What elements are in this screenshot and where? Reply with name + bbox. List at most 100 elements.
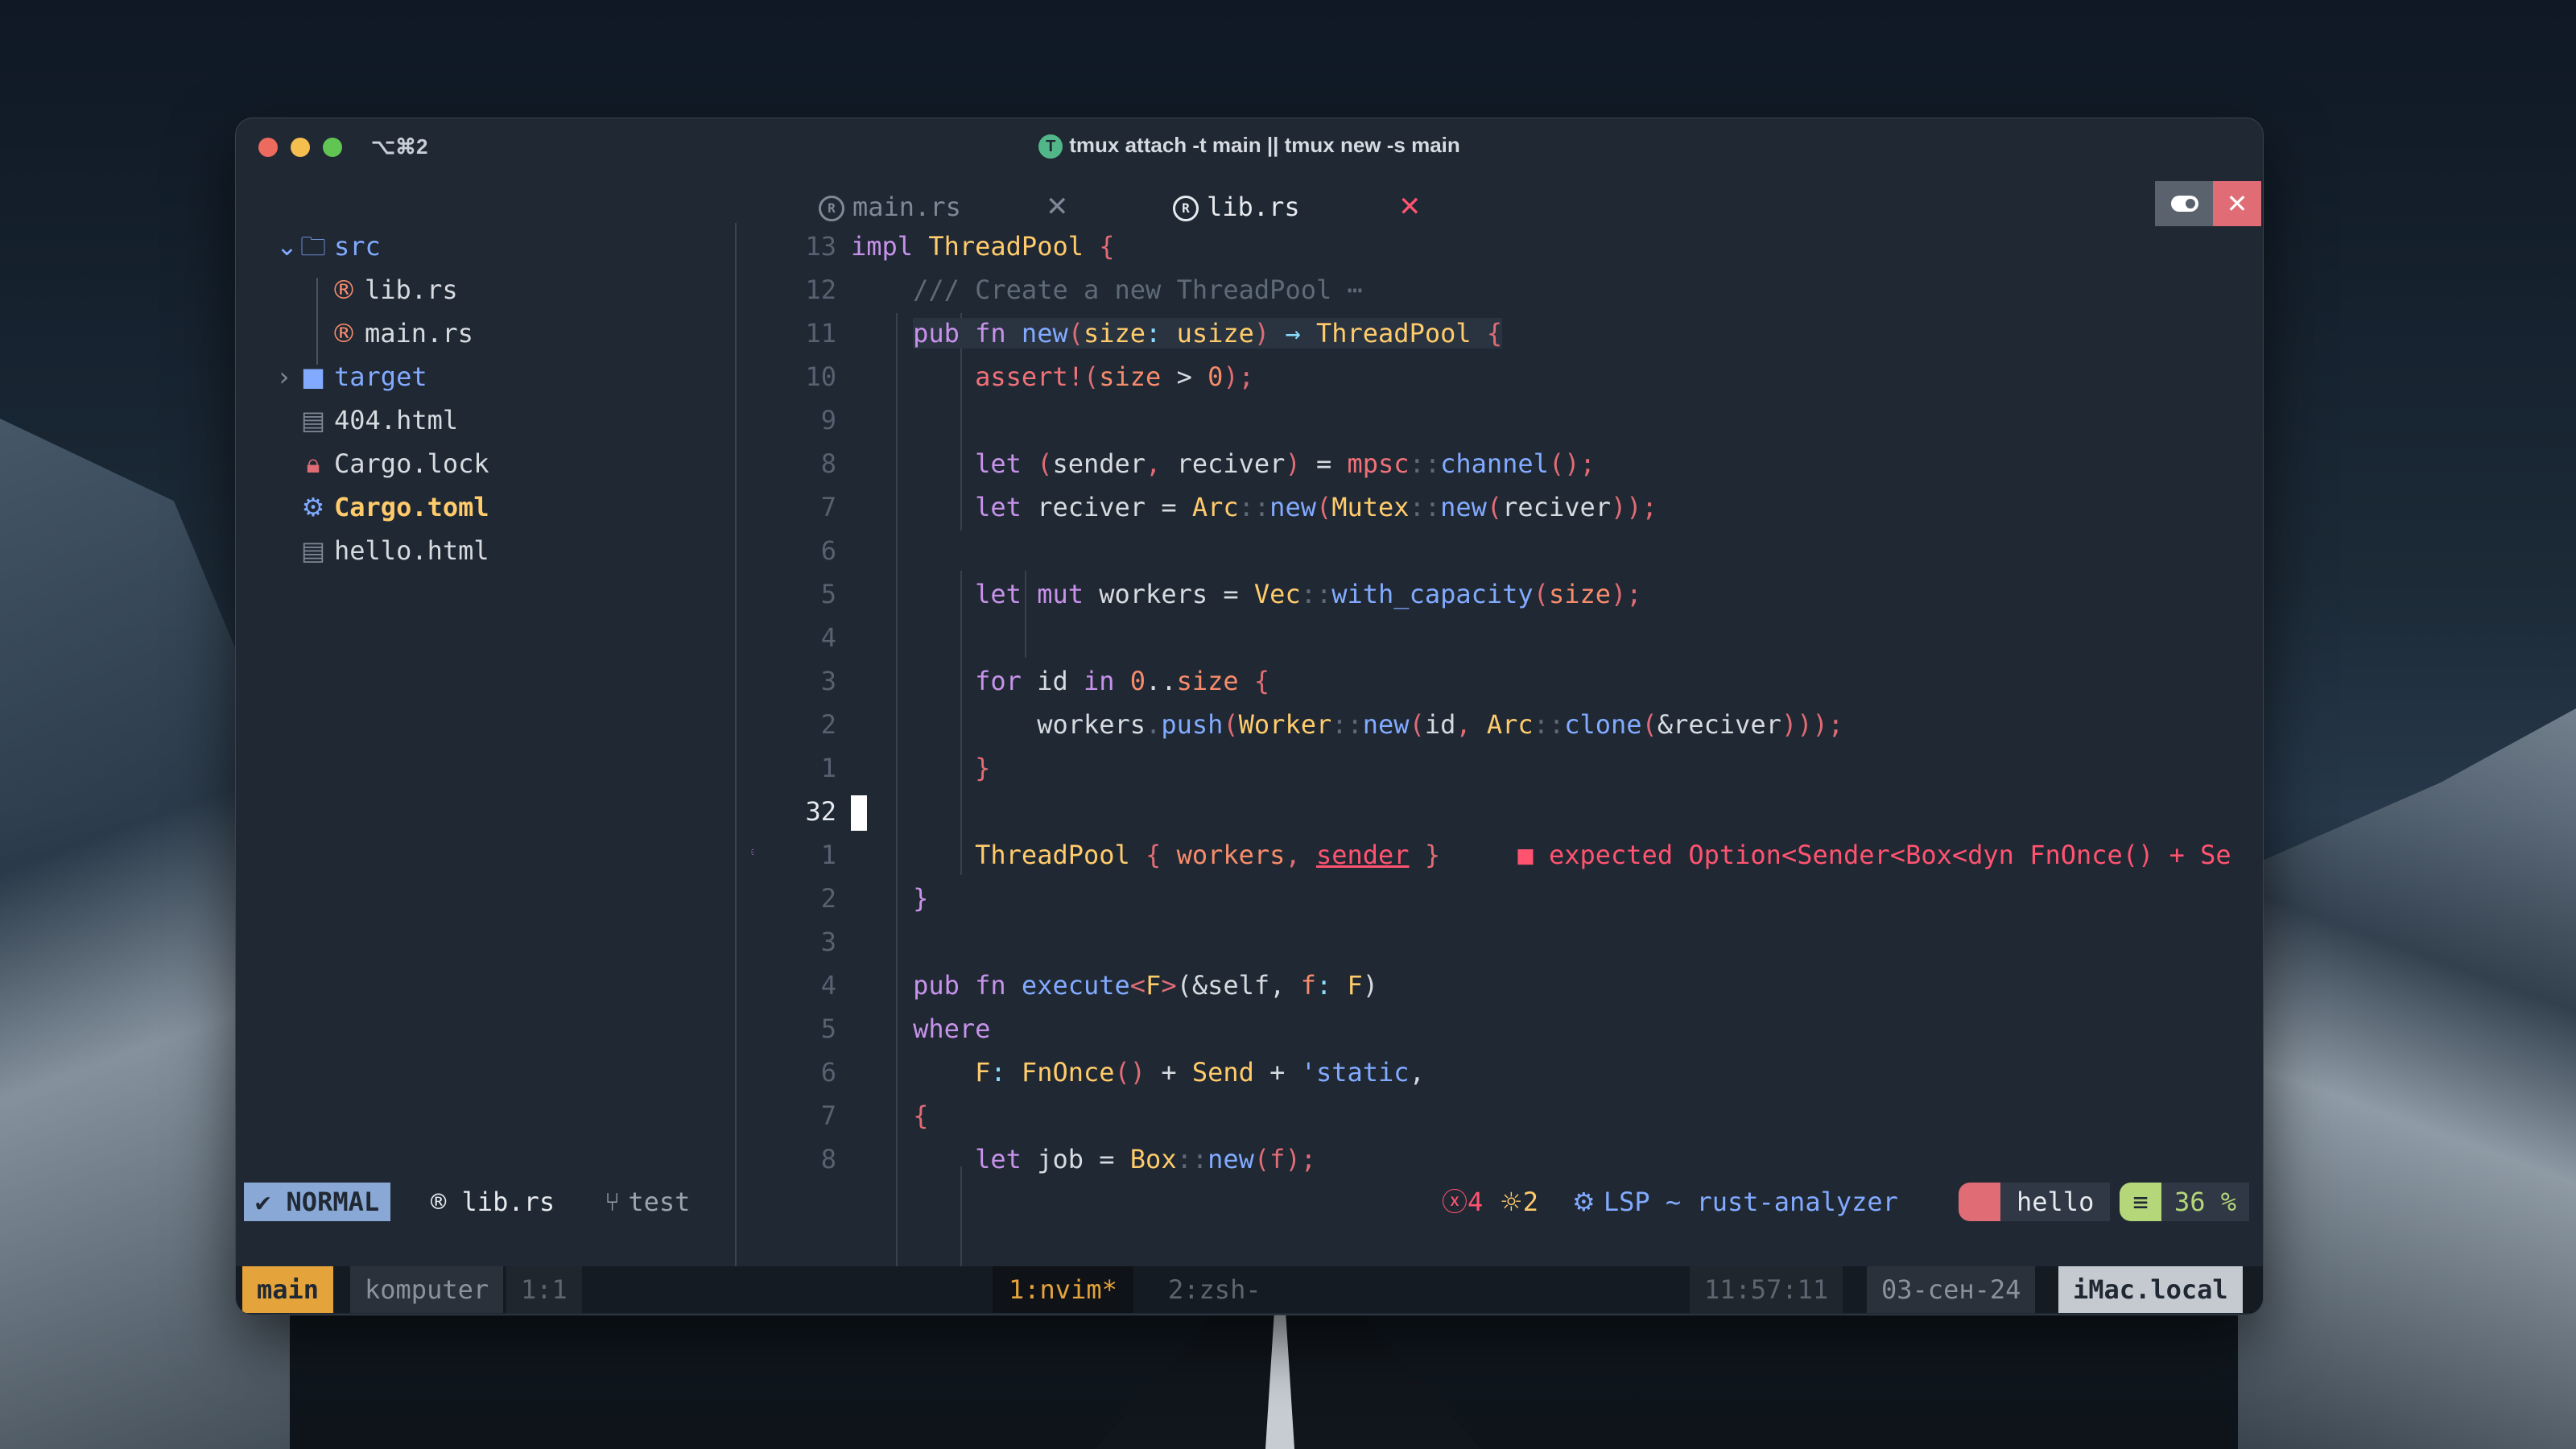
vim-icon: ✔	[255, 1187, 287, 1217]
error-count[interactable]: ⓧ4	[1442, 1179, 1483, 1224]
window-title-text: tmux attach -t main || tmux new -s main	[1069, 133, 1460, 157]
tree-folder-src[interactable]: ⌄🗀 src	[276, 225, 381, 268]
code-line: 8 let job = Box::new(f);	[751, 1137, 2263, 1181]
lsp-label: LSP ~ rust-analyzer	[1603, 1187, 1898, 1217]
tree-file-lib-rs[interactable]: ® lib.rs	[331, 268, 458, 312]
toggle-icon	[2171, 196, 2198, 212]
tmux-time: 11:57:11	[1690, 1266, 1843, 1313]
code-line: 10 assert!(size > 0);	[751, 355, 2263, 398]
line-number: 6	[820, 535, 836, 566]
tmux-window-2[interactable]: 2:zsh-	[1154, 1266, 1276, 1313]
diagnostic-message: expected Option<Sender<Box<dyn FnOnce() …	[1548, 840, 2231, 870]
line-number: 9	[820, 405, 836, 436]
tree-file-404-html[interactable]: ▤ 404.html	[300, 398, 458, 442]
folder-open-icon: 🗀	[300, 231, 327, 262]
code-line: 5 let mut workers = Vec::with_capacity(s…	[751, 572, 2263, 616]
line-number: 3	[820, 666, 836, 696]
folder-icon	[1959, 1183, 2000, 1221]
statusline-file-label: lib.rs	[461, 1187, 555, 1217]
lightbulb-icon: ☼	[1500, 1187, 1523, 1217]
code-text: ThreadPool { workers, sender } ■ expecte…	[975, 840, 2231, 870]
code-line-current: 32	[751, 790, 2263, 833]
html-icon: ▤	[300, 535, 326, 566]
line-number: 11	[805, 318, 836, 349]
code-line: 5 where	[751, 1007, 2263, 1051]
hint-count[interactable]: ☼2	[1500, 1179, 1538, 1224]
tree-file-main-rs[interactable]: ® main.rs	[331, 312, 473, 355]
file-percent: 36 %	[2161, 1183, 2250, 1221]
split-divider[interactable]	[735, 223, 737, 1287]
code-line: 7 let reciver = Arc::new(Mutex::new(reci…	[751, 485, 2263, 529]
code-line: 11 pub fn new(size: usize) → ThreadPool …	[751, 312, 2263, 355]
code-line: 13 impl ThreadPool {	[751, 225, 2263, 268]
tree-item-label: hello.html	[334, 535, 489, 566]
code-text: let (sender, reciver) = mpsc::channel();	[975, 448, 1596, 479]
rust-icon: ®	[331, 275, 357, 305]
close-buffer-button[interactable]: ✕	[2213, 181, 2261, 226]
tmux-user: komputer	[350, 1266, 504, 1313]
code-text: }	[913, 883, 929, 914]
terminal-window: ⌥⌘2 Ttmux attach -t main || tmux new -s …	[235, 118, 2264, 1315]
tmux-window-1[interactable]: 1:nvim*	[993, 1266, 1133, 1313]
statusline-branch[interactable]: ⑂ test	[605, 1179, 690, 1224]
chevron-down-icon: ⌄	[276, 231, 298, 262]
tree-item-label: target	[334, 361, 427, 392]
lsp-status[interactable]: ⚙ LSP ~ rust-analyzer	[1572, 1179, 1898, 1224]
tab-lib-rs[interactable]: Rlib.rs	[1173, 184, 1300, 229]
code-line: 4	[751, 616, 2263, 659]
tree-file-hello-html[interactable]: ▤ hello.html	[300, 529, 489, 572]
tree-item-label: main.rs	[365, 318, 473, 349]
tree-item-label: src	[334, 231, 381, 262]
line-number: 4	[820, 622, 836, 653]
code-text: pub fn new(size: usize) → ThreadPool {	[913, 318, 1503, 349]
code-line: 7 {	[751, 1094, 2263, 1137]
code-text: assert!(size > 0);	[975, 361, 1254, 392]
line-number: 10	[805, 361, 836, 392]
line-number: 12	[805, 275, 836, 305]
terminal-badge-icon: T	[1038, 134, 1063, 159]
code-text: where	[913, 1013, 991, 1044]
lock-icon: 🔒︎	[306, 448, 320, 479]
code-line: 6	[751, 529, 2263, 572]
code-text: let reciver = Arc::new(Mutex::new(recive…	[975, 492, 1657, 522]
mode-indicator: ✔ NORMAL	[244, 1183, 391, 1221]
code-text: /// Create a new ThreadPool ⋯	[851, 275, 1363, 305]
tree-item-label: 404.html	[334, 405, 459, 436]
tab-close-icon[interactable]: ✕	[1398, 184, 1422, 229]
gears-icon: ⚙	[1572, 1187, 1604, 1217]
line-number: 13	[805, 231, 836, 262]
rust-icon: R	[1173, 196, 1199, 221]
code-text: let job = Box::new(f);	[975, 1144, 1316, 1174]
line-number: 1	[820, 753, 836, 783]
chevron-right-icon: ›	[279, 361, 290, 392]
tab-label: main.rs	[852, 192, 961, 222]
tab-close-icon[interactable]: ✕	[1046, 184, 1069, 229]
tree-file-cargo-toml[interactable]: ⚙ Cargo.toml	[300, 485, 489, 529]
statusline-file[interactable]: ® lib.rs	[431, 1179, 555, 1224]
git-branch-icon: ⑂	[605, 1187, 629, 1217]
cwd-folder: hello	[2000, 1183, 2111, 1221]
hint-count-label: 2	[1522, 1187, 1538, 1217]
rust-icon: ®	[431, 1187, 462, 1217]
line-number: 3	[820, 927, 836, 957]
text-cursor	[851, 795, 867, 831]
line-number: 7	[820, 492, 836, 522]
tree-item-label: lib.rs	[365, 275, 458, 305]
code-text: impl ThreadPool {	[851, 231, 1115, 262]
line-number: 8	[820, 448, 836, 479]
code-line: 12 /// Create a new ThreadPool ⋯	[751, 268, 2263, 312]
line-number: 8	[820, 1144, 836, 1174]
tree-item-label: Cargo.lock	[334, 448, 489, 479]
tab-main-rs[interactable]: Rmain.rs	[819, 184, 961, 229]
tree-folder-target[interactable]: › ■ target	[276, 355, 427, 398]
tmux-date: 03-сен-24	[1867, 1266, 2036, 1313]
toggle-button[interactable]	[2155, 181, 2213, 226]
code-line: 3 for id in 0..size {	[751, 659, 2263, 703]
line-number: 7	[820, 1100, 836, 1131]
code-line: 2 workers.push(Worker::new(id, Arc::clon…	[751, 703, 2263, 746]
code-editor[interactable]: 13 impl ThreadPool { 12 /// Create a new …	[751, 225, 2263, 1287]
rust-icon: ®	[331, 318, 357, 349]
tab-label: lib.rs	[1207, 192, 1300, 222]
tmux-host: iMac.local	[2058, 1266, 2243, 1313]
tree-file-cargo-lock[interactable]: 🔒︎ Cargo.lock	[300, 442, 489, 485]
